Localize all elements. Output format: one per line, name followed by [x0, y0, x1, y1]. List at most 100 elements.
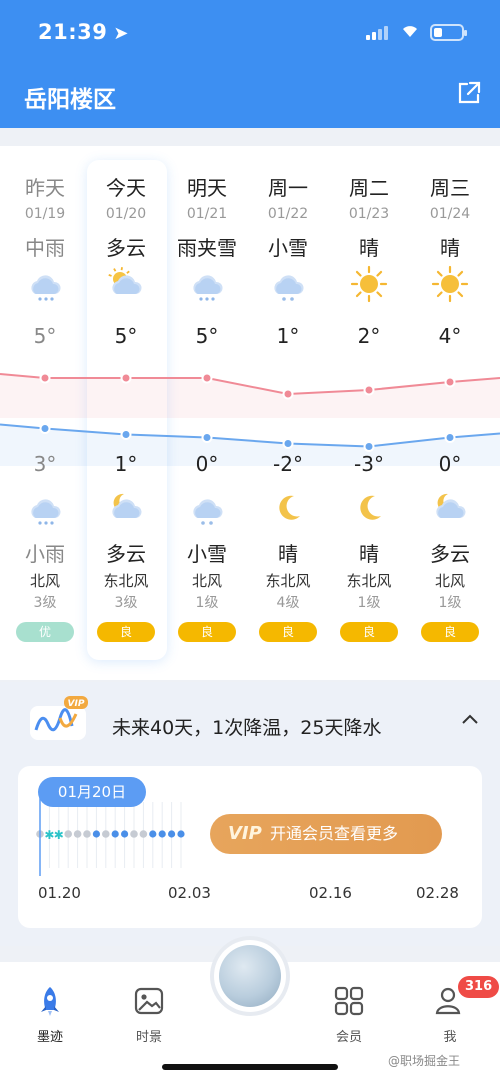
- dry-marker: [130, 830, 138, 838]
- low-temperature: 0°: [438, 452, 462, 476]
- chevron-up-icon[interactable]: [460, 712, 480, 726]
- tab-scenes[interactable]: 时景: [119, 984, 179, 1045]
- snow-cloud-icon: [193, 499, 223, 525]
- rain-marker: [121, 830, 129, 838]
- moon-icon: [279, 495, 300, 520]
- day-name: 周一: [268, 176, 308, 200]
- air-quality-badge: 良: [421, 622, 479, 642]
- outlook-card[interactable]: ✱ ✱ 01月20日 VIP 开通会员查看更多 01.20 02.03 02.16 …: [18, 766, 482, 928]
- sleet-icon: [193, 275, 223, 301]
- day-name: 周三: [430, 176, 470, 200]
- forecast-day[interactable]: 今天 01/20 多云 5° 1° 多云 东北风 3级良: [86, 146, 166, 680]
- day-name: 昨天: [25, 176, 65, 200]
- day-name: 周二: [349, 176, 389, 200]
- wind-direction: 东北风: [265, 572, 311, 590]
- wind-level: 3级: [114, 595, 138, 611]
- day-condition: 多云: [106, 236, 146, 260]
- high-temperature: 2°: [357, 324, 381, 348]
- night-condition: 多云: [106, 542, 146, 566]
- low-temperature: 3°: [33, 452, 57, 476]
- wind-direction: 北风: [434, 572, 465, 590]
- night-condition: 小雪: [187, 542, 227, 566]
- home-indicator[interactable]: [162, 1064, 338, 1070]
- notification-badge: 316: [458, 976, 500, 998]
- high-temperature: 5°: [195, 324, 219, 348]
- day-condition: 中雨: [25, 236, 65, 260]
- low-temperature: -3°: [354, 452, 384, 476]
- day-condition: 晴: [359, 236, 379, 260]
- forecast-day[interactable]: 昨天 01/19 中雨 5° 3° 小雨 北风 3级优: [5, 146, 85, 680]
- timeline-tick: 02.28: [416, 884, 459, 902]
- sky-scene-image: [219, 945, 281, 1007]
- sun-icon: [350, 265, 388, 303]
- wind-level: 4级: [276, 595, 300, 611]
- cellular-signal-icon: [366, 26, 388, 40]
- wind-direction: 北风: [29, 572, 60, 590]
- forecast-day[interactable]: 周二 01/23 晴 2° -3° 晴东北风 1级良: [329, 146, 409, 680]
- vip-badge-text: VIP: [228, 823, 262, 844]
- day-date: 01/24: [429, 206, 471, 222]
- day-date: 01/19: [24, 206, 66, 222]
- tab-moji[interactable]: 墨迹: [20, 984, 80, 1045]
- wind-level: 1级: [195, 595, 219, 611]
- moon-cloud-icon: [436, 493, 466, 518]
- daily-forecast: 昨天 01/19 中雨 5° 3° 小雨 北风 3级优 今天 01/20 多云 5° 1° 多云 东北风 3级…: [0, 146, 500, 680]
- low-temperature: -2°: [273, 452, 303, 476]
- wind-direction: 东北风: [103, 572, 149, 590]
- partly-cloudy-icon: [108, 267, 142, 294]
- dry-marker: [102, 830, 110, 838]
- forecast-day[interactable]: 周三 01/24 晴 4° 0° 多云 北风 1级良: [410, 146, 490, 680]
- snow-cloud-icon: [274, 275, 304, 301]
- day-date: 01/20: [105, 206, 147, 222]
- location-arrow-icon: ➤: [113, 23, 129, 44]
- day-condition: 晴: [440, 236, 460, 260]
- location-title[interactable]: 岳阳楼区: [24, 80, 116, 114]
- moon-icon: [360, 495, 381, 520]
- air-quality-badge: 优: [16, 622, 74, 642]
- rain-marker: [111, 830, 119, 838]
- wind-level: 1级: [357, 595, 381, 611]
- selected-date-pill: 01月20日: [38, 777, 146, 807]
- high-temperature: 5°: [33, 324, 57, 348]
- day-date: 01/23: [348, 206, 390, 222]
- day-name: 今天: [106, 176, 146, 200]
- moon-cloud-icon: [112, 493, 142, 518]
- battery-icon: [430, 24, 467, 41]
- snow-marker: ✱: [54, 828, 64, 842]
- timeline-tick: 01.20: [38, 884, 81, 902]
- day-condition: 小雪: [268, 236, 308, 260]
- cloud-rain-icon: [31, 275, 61, 301]
- live-scene-button[interactable]: [214, 940, 286, 1012]
- rain-marker: [149, 830, 157, 838]
- long-range-panel: VIP 未来40天，1次降温，25天降水 ✱ ✱ 01月20日 VIP 开通会员查看…: [0, 682, 500, 946]
- dry-marker: [64, 830, 72, 838]
- forecast-day[interactable]: 明天 01/21 雨夹雪 5° 0° 小雪 北风 1级良: [167, 146, 247, 680]
- day-date: 01/22: [267, 206, 309, 222]
- watermark: @职场掘金王: [388, 1054, 461, 1068]
- grid-icon: [334, 986, 364, 1016]
- day-name: 明天: [187, 176, 227, 200]
- night-condition: 多云: [430, 542, 470, 566]
- rain-marker: [158, 830, 166, 838]
- tab-me[interactable]: 316 我: [420, 976, 500, 1045]
- night-condition: 晴: [359, 542, 379, 566]
- vip-upgrade-button[interactable]: VIP 开通会员查看更多: [210, 814, 442, 854]
- night-condition: 小雨: [25, 542, 65, 566]
- high-temperature: 4°: [438, 324, 462, 348]
- outlook-summary: 未来40天，1次降温，25天降水: [112, 717, 382, 739]
- dry-marker: [139, 830, 148, 838]
- rain-marker: [168, 830, 176, 838]
- tab-membership[interactable]: 会员: [319, 984, 379, 1045]
- air-quality-badge: 良: [340, 622, 398, 642]
- dry-marker: [73, 830, 82, 838]
- wifi-icon: [403, 26, 417, 37]
- sun-icon: [431, 265, 469, 303]
- photo-icon: [134, 987, 164, 1015]
- high-temperature: 1°: [276, 324, 300, 348]
- air-quality-badge: 良: [259, 622, 317, 642]
- forecast-day[interactable]: 周一 01/22 小雪 1° -2° 晴东北风 4级良: [248, 146, 328, 680]
- status-time: 21:39 ➤: [38, 20, 129, 44]
- share-icon[interactable]: [456, 80, 482, 106]
- low-temperature: 1°: [114, 452, 138, 476]
- high-temperature: 5°: [114, 324, 138, 348]
